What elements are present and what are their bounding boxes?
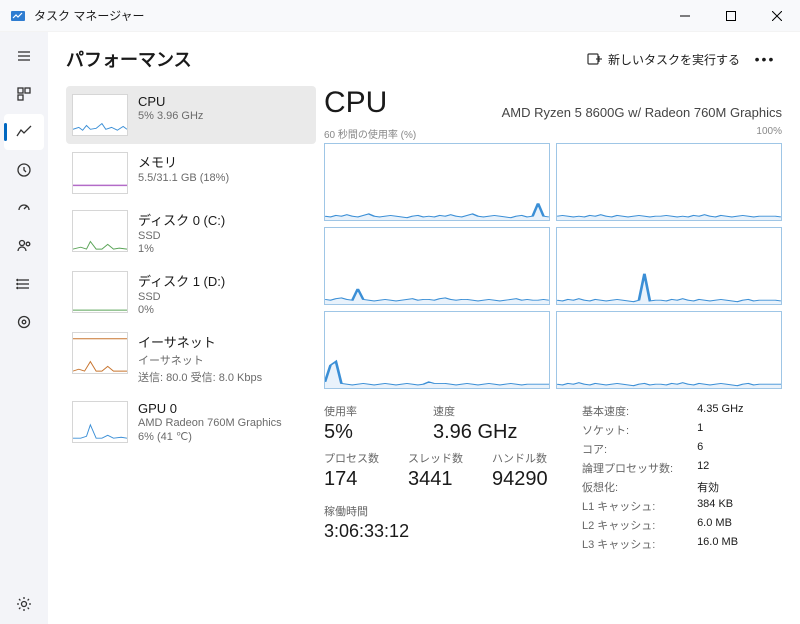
eth-name: イーサネット xyxy=(138,332,262,351)
spec-key: 仮想化: xyxy=(582,479,673,495)
uptime-value: 3:06:33:12 xyxy=(324,521,552,542)
sidebar-item-disk0[interactable]: ディスク 0 (C:)SSD1% xyxy=(66,202,316,263)
disk1-thumb xyxy=(72,271,128,313)
window-title: タスク マネージャー xyxy=(34,7,662,24)
resource-list: CPU5% 3.96 GHz メモリ5.5/31.1 GB (18%) ディスク… xyxy=(66,86,316,624)
disk0-thumb xyxy=(72,210,128,252)
nav-details[interactable] xyxy=(4,266,44,302)
axis-left: 60 秒間の使用率 (%) xyxy=(324,126,416,141)
spec-key: 論理プロセッサ数: xyxy=(582,460,673,476)
sidebar-item-cpu[interactable]: CPU5% 3.96 GHz xyxy=(66,86,316,144)
nav-processes[interactable] xyxy=(4,76,44,112)
close-button[interactable] xyxy=(754,0,800,32)
nav-performance[interactable] xyxy=(4,114,44,150)
eth-l2: 送信: 80.0 受信: 8.0 Kbps xyxy=(138,369,262,385)
spec-value: 384 KB xyxy=(697,498,743,514)
page-title: パフォーマンス xyxy=(66,46,586,72)
gpu-thumb xyxy=(72,401,128,443)
cpu-core-chart-4 xyxy=(324,311,550,389)
nav-startup[interactable] xyxy=(4,190,44,226)
memory-name: メモリ xyxy=(138,152,229,171)
stat-block: ハンドル数94290 xyxy=(492,450,552,491)
spec-key: L2 キャッシュ: xyxy=(582,517,673,533)
cpu-core-chart-2 xyxy=(324,227,550,305)
nav-settings[interactable] xyxy=(4,586,44,622)
stat-block: スレッド数3441 xyxy=(408,450,468,491)
nav-app-history[interactable] xyxy=(4,152,44,188)
more-button[interactable]: ••• xyxy=(748,42,782,76)
spec-key: ソケット: xyxy=(582,422,673,438)
cpu-core-chart-5 xyxy=(556,311,782,389)
nav-menu-button[interactable] xyxy=(4,38,44,74)
memory-stat: 5.5/31.1 GB (18%) xyxy=(138,172,229,184)
sidebar-item-disk1[interactable]: ディスク 1 (D:)SSD0% xyxy=(66,263,316,324)
stat-block: 速度3.96 GHz xyxy=(433,403,518,444)
sidebar-item-ethernet[interactable]: イーサネットイーサネット送信: 80.0 受信: 8.0 Kbps xyxy=(66,324,316,393)
cpu-stat: 5% 3.96 GHz xyxy=(138,110,203,122)
nav-services[interactable] xyxy=(4,304,44,340)
cpu-specs-table: 基本速度: 4.35 GHz ソケット: 1 コア: 6 論理プロセッサ数: 12 仮想化: 有効… xyxy=(582,403,744,552)
cpu-chart-grid xyxy=(324,143,782,389)
axis-right: 100% xyxy=(756,126,782,141)
gpu-l1: AMD Radeon 760M Graphics xyxy=(138,417,282,429)
disk1-l2: 0% xyxy=(138,304,225,316)
disk0-l1: SSD xyxy=(138,230,225,242)
uptime-label: 稼働時間 xyxy=(324,503,552,519)
minimize-button[interactable] xyxy=(662,0,708,32)
gpu-name: GPU 0 xyxy=(138,401,282,416)
cpu-name: CPU xyxy=(138,94,203,109)
page-header: パフォーマンス 新しいタスクを実行する ••• xyxy=(66,32,782,86)
cpu-core-chart-3 xyxy=(556,227,782,305)
title-bar: タスク マネージャー xyxy=(0,0,800,32)
nav-rail xyxy=(0,32,48,624)
spec-value: 1 xyxy=(697,422,743,438)
spec-value: 6 xyxy=(697,441,743,457)
cpu-thumb xyxy=(72,94,128,136)
nav-users[interactable] xyxy=(4,228,44,264)
disk1-l1: SSD xyxy=(138,291,225,303)
detail-subtitle: AMD Ryzen 5 8600G w/ Radeon 760M Graphic… xyxy=(403,105,782,120)
maximize-button[interactable] xyxy=(708,0,754,32)
eth-thumb xyxy=(72,332,128,374)
spec-value: 12 xyxy=(697,460,743,476)
memory-thumb xyxy=(72,152,128,194)
run-task-label: 新しいタスクを実行する xyxy=(608,51,740,68)
sidebar-item-gpu[interactable]: GPU 0AMD Radeon 760M Graphics6% (41 ℃) xyxy=(66,393,316,451)
spec-key: L1 キャッシュ: xyxy=(582,498,673,514)
detail-pane: CPU AMD Ryzen 5 8600G w/ Radeon 760M Gra… xyxy=(316,86,782,624)
sidebar-item-memory[interactable]: メモリ5.5/31.1 GB (18%) xyxy=(66,144,316,202)
disk0-l2: 1% xyxy=(138,243,225,255)
spec-key: コア: xyxy=(582,441,673,457)
stat-block: プロセス数174 xyxy=(324,450,384,491)
spec-value: 6.0 MB xyxy=(697,517,743,533)
disk1-name: ディスク 1 (D:) xyxy=(138,271,225,290)
cpu-core-chart-0 xyxy=(324,143,550,221)
spec-key: L3 キャッシュ: xyxy=(582,536,673,552)
cpu-core-chart-1 xyxy=(556,143,782,221)
spec-value: 有効 xyxy=(697,479,743,495)
detail-title: CPU xyxy=(324,86,387,120)
stat-block: 使用率5% xyxy=(324,403,409,444)
spec-value: 16.0 MB xyxy=(697,536,743,552)
app-icon xyxy=(10,8,26,24)
run-task-button[interactable]: 新しいタスクを実行する xyxy=(586,51,740,68)
disk0-name: ディスク 0 (C:) xyxy=(138,210,225,229)
spec-value: 4.35 GHz xyxy=(697,403,743,419)
gpu-l2: 6% (41 ℃) xyxy=(138,430,282,443)
eth-l1: イーサネット xyxy=(138,352,262,368)
spec-key: 基本速度: xyxy=(582,403,673,419)
